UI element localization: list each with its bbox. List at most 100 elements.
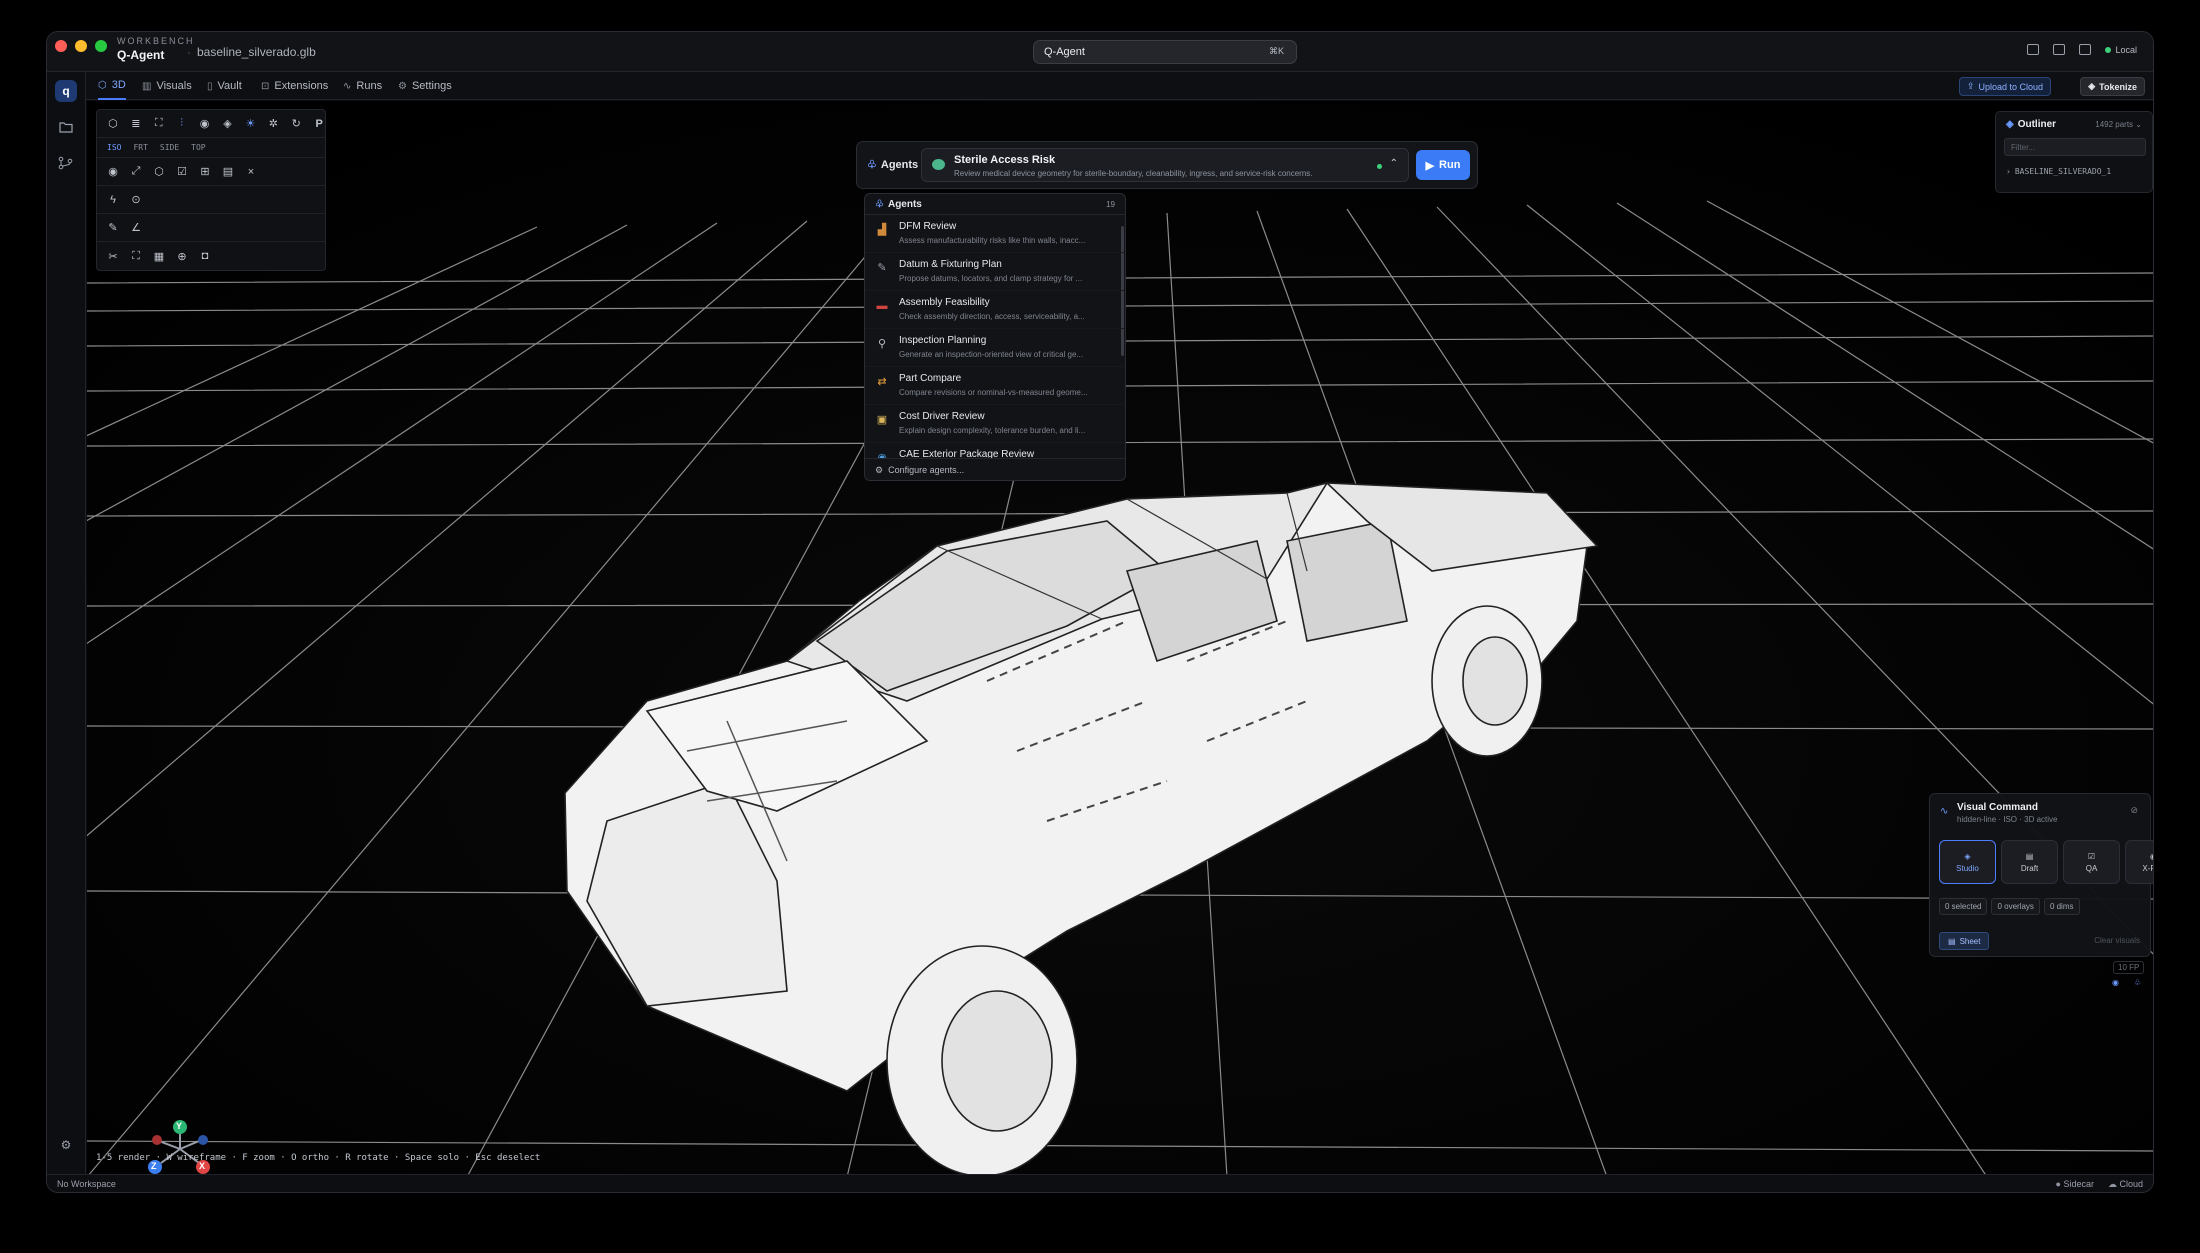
git-branch-icon[interactable] — [55, 152, 77, 174]
box-icon[interactable]: ⬡ — [153, 165, 165, 178]
draft-icon: ▤ — [2025, 851, 2034, 861]
mode-label: Draft — [2020, 863, 2039, 873]
agent-item-desc: Compare revisions or nominal-vs-measured… — [899, 388, 1088, 397]
expand-icon[interactable]: ⤢ — [130, 165, 142, 178]
measure-tools-row: ✎ ∠ — [97, 214, 325, 242]
main-tabs: ⬡ 3D ▥ Visuals ▯ Vault ⊡ Extensions ∿ Runs ⚙ S… — [86, 72, 2153, 100]
configure-agents-button[interactable]: ⚙ Configure agents... — [865, 458, 1125, 480]
eye-toggle-icon[interactable]: ◉ — [2112, 978, 2119, 987]
chevron-up-icon[interactable]: ⌃ — [1390, 158, 1398, 169]
cloud-label: Cloud — [2119, 1179, 2143, 1189]
chevron-down-icon: ⌄ — [2135, 120, 2142, 129]
layers-stack-icon[interactable]: ≣ — [130, 117, 142, 130]
tab-extensions[interactable]: ⊡ Extensions — [261, 72, 328, 100]
agent-item-datum-fixturing[interactable]: ✎ Datum & Fixturing Plan Propose datums, l… — [865, 253, 1125, 291]
mode-xray-button[interactable]: ◉ X-Ray — [2125, 840, 2153, 884]
mode-draft-button[interactable]: ▤ Draft — [2001, 840, 2058, 884]
parts-count[interactable]: 1492 parts ⌄ — [2095, 120, 2142, 129]
outliner-icon: ◈ — [2006, 119, 2014, 130]
agents-toggle-icon[interactable]: ♧ — [2134, 978, 2141, 987]
explode-icon[interactable]: ✲ — [267, 117, 279, 130]
view-side-button[interactable]: SIDE — [160, 143, 179, 152]
clear-visuals-button[interactable]: Clear visuals — [2094, 936, 2140, 945]
view-front-button[interactable]: FRT — [133, 143, 147, 152]
search-text: Q-Agent — [1044, 46, 1085, 58]
lightning-icon[interactable]: ϟ — [107, 194, 119, 206]
tab-vault[interactable]: ▯ Vault — [207, 72, 242, 100]
ruler-icon[interactable]: ✎ — [107, 221, 119, 234]
minimize-window-button[interactable] — [75, 40, 87, 52]
zoom-window-button[interactable] — [95, 40, 107, 52]
mode-studio-button[interactable]: ◈ Studio — [1939, 840, 1996, 884]
outliner-filter-input[interactable]: Filter... — [2004, 138, 2146, 156]
money-icon: ▣ — [876, 414, 888, 426]
dropdown-header: ♧ Agents 19 — [865, 194, 1125, 215]
sidebar-left-toggle-icon[interactable] — [2027, 44, 2040, 55]
agent-item-inspection-planning[interactable]: ⚲ Inspection Planning Generate an inspecti… — [865, 329, 1125, 367]
close-window-button[interactable] — [55, 40, 67, 52]
sidebar-right-toggle-icon[interactable] — [2079, 44, 2092, 55]
qagent-logo-icon[interactable]: q — [55, 80, 77, 102]
outliner-node[interactable]: › BASELINE_SILVERADO_1 — [2006, 167, 2111, 176]
visual-modes: ◈ Studio ▤ Draft ☑ QA ◉ X-Ray — [1939, 840, 2153, 884]
mode-qa-button[interactable]: ☑ QA — [2063, 840, 2120, 884]
refresh-icon[interactable]: ↻ — [290, 117, 302, 130]
mode-label: Studio — [1956, 863, 1979, 873]
camera-icon[interactable]: ◘ — [199, 250, 211, 262]
run-button[interactable]: ▶ Run — [1416, 150, 1470, 180]
upload-to-cloud-button[interactable]: ⇪ Upload to Cloud — [1958, 77, 2051, 96]
solid-cube-icon[interactable]: ⬡ — [107, 117, 119, 130]
sidecar-status[interactable]: ● Sidecar — [2056, 1179, 2094, 1190]
sheet-button[interactable]: ▤ Sheet — [1939, 932, 1990, 950]
mode-label: X-Ray — [2142, 863, 2153, 873]
settings-gear-icon[interactable]: ⚙ — [55, 1134, 77, 1156]
agent-item-title: Inspection Planning — [899, 335, 987, 346]
view-top-button[interactable]: TOP — [191, 143, 205, 152]
view-iso-button[interactable]: ISO — [107, 143, 121, 152]
agent-item-assembly-feasibility[interactable]: ▬ Assembly Feasibility Check assembly dire… — [865, 291, 1125, 329]
status-right: ● Sidecar ☁ Cloud — [2056, 1179, 2143, 1190]
angle-icon[interactable]: ∠ — [130, 221, 142, 234]
visibility-icon[interactable]: ◉ — [107, 165, 119, 178]
close-icon[interactable]: × — [245, 166, 257, 178]
layers-icon[interactable]: ◈ — [222, 117, 234, 130]
book-icon: ▯ — [207, 80, 213, 92]
command-search[interactable]: Q-Agent ⌘K — [1033, 40, 1297, 64]
grid-icon[interactable]: ⊞ — [199, 165, 211, 178]
outliner-node-label: BASELINE_SILVERADO_1 — [2014, 167, 2112, 176]
cloud-status[interactable]: ☁ Cloud — [2108, 1179, 2143, 1190]
agent-item-desc: Propose datums, locators, and clamp stra… — [899, 274, 1083, 283]
panel-bottom-toggle-icon[interactable] — [2053, 44, 2066, 55]
3d-viewport[interactable]: Y X Z ⬡ ≣ ⛶ ⫶ ◉ ◈ ☀ ✲ ↻ P ISO FRT SIDE T… — [87, 101, 2153, 1177]
check-square-icon[interactable]: ☑ — [176, 165, 188, 178]
document-icon[interactable]: ▤ — [222, 165, 234, 178]
workspace-status[interactable]: No Workspace — [57, 1179, 116, 1189]
check-square-icon: ☑ — [2087, 851, 2096, 861]
folder-icon[interactable] — [55, 116, 77, 138]
grid-section-icon[interactable]: ▦ — [153, 250, 165, 263]
tab-3d[interactable]: ⬡ 3D — [98, 72, 126, 100]
tab-runs[interactable]: ∿ Runs — [343, 72, 382, 100]
tokenize-button[interactable]: ◈ Tokenize — [2080, 77, 2145, 96]
agent-selector[interactable]: Sterile Access Risk Review medical devic… — [921, 148, 1409, 182]
sun-icon[interactable]: ☀ — [244, 117, 256, 130]
tab-settings[interactable]: ⚙ Settings — [398, 72, 452, 100]
frame-icon[interactable]: ⛶ — [153, 117, 165, 130]
sliders-icon[interactable]: ⫶ — [176, 117, 188, 130]
tab-visuals[interactable]: ▥ Visuals — [142, 72, 192, 100]
agent-item-dfm-review[interactable]: ▟ DFM Review Assess manufacturability risk… — [865, 215, 1125, 253]
agent-item-title: Cost Driver Review — [899, 411, 985, 422]
crop-icon[interactable]: ⛶ — [130, 250, 142, 263]
visual-stats: 0 selected 0 overlays 0 dims — [1939, 898, 2080, 915]
agent-item-title: Assembly Feasibility — [899, 297, 990, 308]
eye-icon[interactable]: ◉ — [199, 117, 211, 130]
window-controls — [55, 40, 107, 52]
agent-item-part-compare[interactable]: ⇄ Part Compare Compare revisions or nomina… — [865, 367, 1125, 405]
agent-item-cost-driver[interactable]: ▣ Cost Driver Review Explain design comple… — [865, 405, 1125, 443]
target-icon[interactable]: ⊙ — [130, 193, 142, 206]
crosshair-icon[interactable]: ⊕ — [176, 250, 188, 263]
hide-panel-icon[interactable]: ⊘ — [2130, 805, 2138, 816]
selected-agent-description: Review medical device geometry for steri… — [954, 169, 1313, 178]
perspective-toggle-icon[interactable]: P — [313, 118, 325, 130]
scissors-icon[interactable]: ✂ — [107, 250, 119, 263]
